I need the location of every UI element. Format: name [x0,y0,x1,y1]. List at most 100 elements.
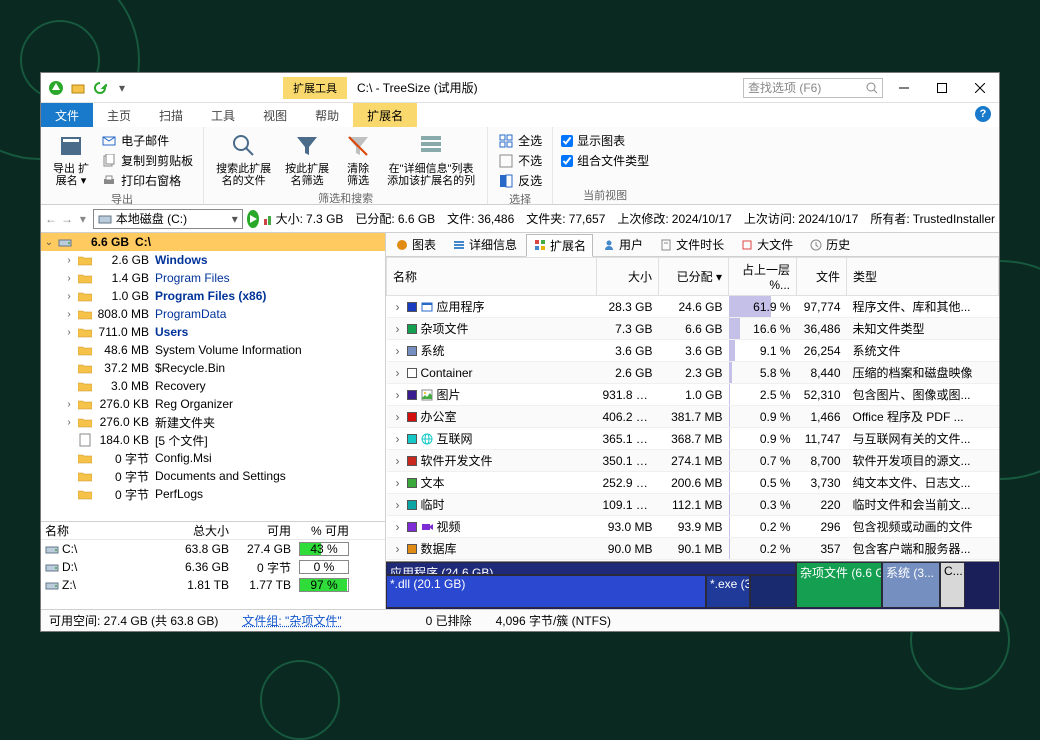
view-tab[interactable]: 历史 [802,233,857,256]
tree-item[interactable]: ›2.6 GBWindows [41,251,385,269]
treemap-block[interactable]: *.dll (20.1 GB) [386,575,706,608]
view-tab[interactable]: 用户 [595,233,650,256]
tree-item[interactable]: 3.0 MBRecovery [41,377,385,395]
select-none-button[interactable]: 不选 [496,151,544,170]
status-bar: 可用空间: 27.4 GB (共 63.8 GB) 文件组: "杂项文件" 0 … [41,609,999,631]
grid-row[interactable]: ›办公室406.2 MB381.7 MB0.9 %1,466Office 程序及… [387,406,999,428]
nav-history-button[interactable]: ▾ [77,210,89,228]
view-tab[interactable]: 大文件 [733,233,800,256]
app-icon [47,79,65,97]
treemap-block[interactable]: 杂项文件 (6.6 GB) [796,562,882,608]
titlebar: ▾ 扩展工具 C:\ - TreeSize (试用版) 查找选项 (F6) [41,73,999,103]
tab-extensions[interactable]: 扩展名 [353,103,417,127]
tree-item[interactable]: ›1.4 GBProgram Files [41,269,385,287]
view-tabs: 图表详细信息扩展名用户文件时长大文件历史 [386,233,999,257]
scan-button[interactable] [247,210,259,228]
qat-refresh-icon[interactable] [91,79,109,97]
treemap-block[interactable]: *.exe (3... [706,575,750,608]
tree-item[interactable]: 184.0 KB[5 个文件] [41,431,385,449]
clear-filter-button[interactable]: 清除 筛选 [339,129,377,189]
view-tab[interactable]: 文件时长 [652,233,731,256]
tab-view[interactable]: 视图 [249,103,301,127]
ribbon-group-currentview: 显示图表 组合文件类型 当前视图 [553,127,657,204]
tab-home[interactable]: 主页 [93,103,145,127]
tree-item[interactable]: ›808.0 MBProgramData [41,305,385,323]
right-panel: 图表详细信息扩展名用户文件时长大文件历史 名称 大小 已分配 ▾ 占上一层 %.… [386,233,999,609]
drive-row[interactable]: D:\6.36 GB0 字节0 % [41,558,385,576]
close-button[interactable] [963,74,997,102]
tree-item[interactable]: ›276.0 KBReg Organizer [41,395,385,413]
invert-selection-button[interactable]: 反选 [496,171,544,190]
drive-row[interactable]: C:\63.8 GB27.4 GB43 % [41,540,385,558]
tab-scan[interactable]: 扫描 [145,103,197,127]
grid-row[interactable]: ›视频93.0 MB93.9 MB0.2 %296包含视频或动画的文件 [387,516,999,538]
grid-row[interactable]: ›互联网365.1 MB368.7 MB0.9 %11,747与互联网有关的文件… [387,428,999,450]
maximize-button[interactable] [925,74,959,102]
nav-forward-button[interactable]: → [61,210,73,228]
options-search-input[interactable]: 查找选项 (F6) [743,78,883,98]
grid-row[interactable]: ›软件开发文件350.1 MB274.1 MB0.7 %8,700软件开发项目的… [387,450,999,472]
export-extensions-button[interactable]: 导出 扩 展名 ▾ [49,129,93,189]
tree-root[interactable]: ⌄6.6 GBC:\ [41,233,385,251]
directory-tree[interactable]: ⌄6.6 GBC:\›2.6 GBWindows›1.4 GBProgram F… [41,233,385,521]
help-icon[interactable]: ? [975,106,991,122]
app-window: ▾ 扩展工具 C:\ - TreeSize (试用版) 查找选项 (F6) 文件… [40,72,1000,632]
view-tab[interactable]: 详细信息 [445,233,524,256]
grid-row[interactable]: ›系统3.6 GB3.6 GB9.1 %26,254系统文件 [387,340,999,362]
ribbon-tabs: 文件 主页 扫描 工具 视图 帮助 扩展名 ? [41,103,999,127]
tab-tools[interactable]: 工具 [197,103,249,127]
treemap-block[interactable]: C... [940,562,965,608]
tab-file[interactable]: 文件 [41,103,93,127]
email-button[interactable]: 电子邮件 [99,131,195,150]
tree-item[interactable]: 0 字节Documents and Settings [41,467,385,485]
grid-row[interactable]: ›临时109.1 MB112.1 MB0.3 %220临时文件和会当前文... [387,494,999,516]
copy-clipboard-button[interactable]: 复制到剪贴板 [99,151,195,170]
ribbon-group-export: 导出 扩 展名 ▾ 电子邮件 复制到剪贴板 打印右窗格 导出 [41,127,204,204]
grid-row[interactable]: ›图片931.8 MB1.0 GB2.5 %52,310包含图片、图像或图... [387,384,999,406]
tree-item[interactable]: 0 字节Config.Msi [41,449,385,467]
print-right-pane-button[interactable]: 打印右窗格 [99,171,195,190]
tree-item[interactable]: 37.2 MB$Recycle.Bin [41,359,385,377]
tree-item[interactable]: 48.6 MBSystem Volume Information [41,341,385,359]
drive-row[interactable]: Z:\1.81 TB1.77 TB97 % [41,576,385,594]
status-filegroup-link[interactable]: 文件组: "杂项文件" [242,612,341,629]
group-file-types-checkbox[interactable]: 组合文件类型 [561,151,649,170]
qat-dropdown-icon[interactable]: ▾ [113,79,131,97]
treemap-block[interactable]: 系统 (3... [882,562,940,608]
view-tab[interactable]: 扩展名 [526,234,593,257]
search-this-ext-button[interactable]: 搜索此扩展 名的文件 [212,129,275,189]
grid-row[interactable]: ›杂项文件7.3 GB6.6 GB16.6 %36,486未知文件类型 [387,318,999,340]
treemap-block[interactable]: 应用程序 (24.6 GB) [386,562,796,575]
ribbon: 导出 扩 展名 ▾ 电子邮件 复制到剪贴板 打印右窗格 导出 搜索此扩展 名的文… [41,127,999,205]
add-details-column-button[interactable]: 在"详细信息"列表 添加该扩展名的列 [383,129,479,189]
treemap-block[interactable] [750,575,796,608]
filter-by-ext-button[interactable]: 按此扩展 名筛选 [281,129,333,189]
grid-row[interactable]: ›数据库90.0 MB90.1 MB0.2 %357包含客户端和服务器... [387,538,999,560]
grid-header-row[interactable]: 名称 大小 已分配 ▾ 占上一层 %... 文件 类型 [387,258,999,296]
extensions-grid[interactable]: 名称 大小 已分配 ▾ 占上一层 %... 文件 类型 ›应用程序28.3 GB… [386,257,999,561]
tree-item[interactable]: ›276.0 KB新建文件夹 [41,413,385,431]
grid-row[interactable]: ›文本252.9 MB200.6 MB0.5 %3,730纯文本文件、日志文..… [387,472,999,494]
grid-row[interactable]: ›Container2.6 GB2.3 GB5.8 %8,440压缩的档案和磁盘… [387,362,999,384]
nav-back-button[interactable]: ← [45,210,57,228]
qat-open-icon[interactable] [69,79,87,97]
grid-row[interactable]: ›应用程序28.3 GB24.6 GB61.9 %97,774程序文件、库和其他… [387,296,999,318]
select-all-button[interactable]: 全选 [496,131,544,150]
status-free-space: 可用空间: 27.4 GB (共 63.8 GB) [49,612,218,629]
search-icon [866,82,878,94]
tree-item[interactable]: 0 字节PerfLogs [41,485,385,503]
tab-help[interactable]: 帮助 [301,103,353,127]
status-cluster: 4,096 字节/簇 (NTFS) [496,612,611,629]
show-chart-checkbox[interactable]: 显示图表 [561,131,649,150]
status-excluded: 0 已排除 [426,612,472,629]
treemap-chart[interactable]: 应用程序 (24.6 GB)*.dll (20.1 GB)*.exe (3...… [386,561,999,609]
path-combobox[interactable]: 本地磁盘 (C:) ▾ [93,209,243,229]
drives-header: 名称 总大小 可用 % 可用 [41,522,385,540]
size-icon [263,212,272,226]
minimize-button[interactable] [887,74,921,102]
view-tab[interactable]: 图表 [388,233,443,256]
chevron-down-icon: ▾ [232,212,238,226]
ribbon-group-filter: 搜索此扩展 名的文件 按此扩展 名筛选 清除 筛选 在"详细信息"列表 添加该扩… [204,127,488,204]
tree-item[interactable]: ›711.0 MBUsers [41,323,385,341]
tree-item[interactable]: ›1.0 GBProgram Files (x86) [41,287,385,305]
